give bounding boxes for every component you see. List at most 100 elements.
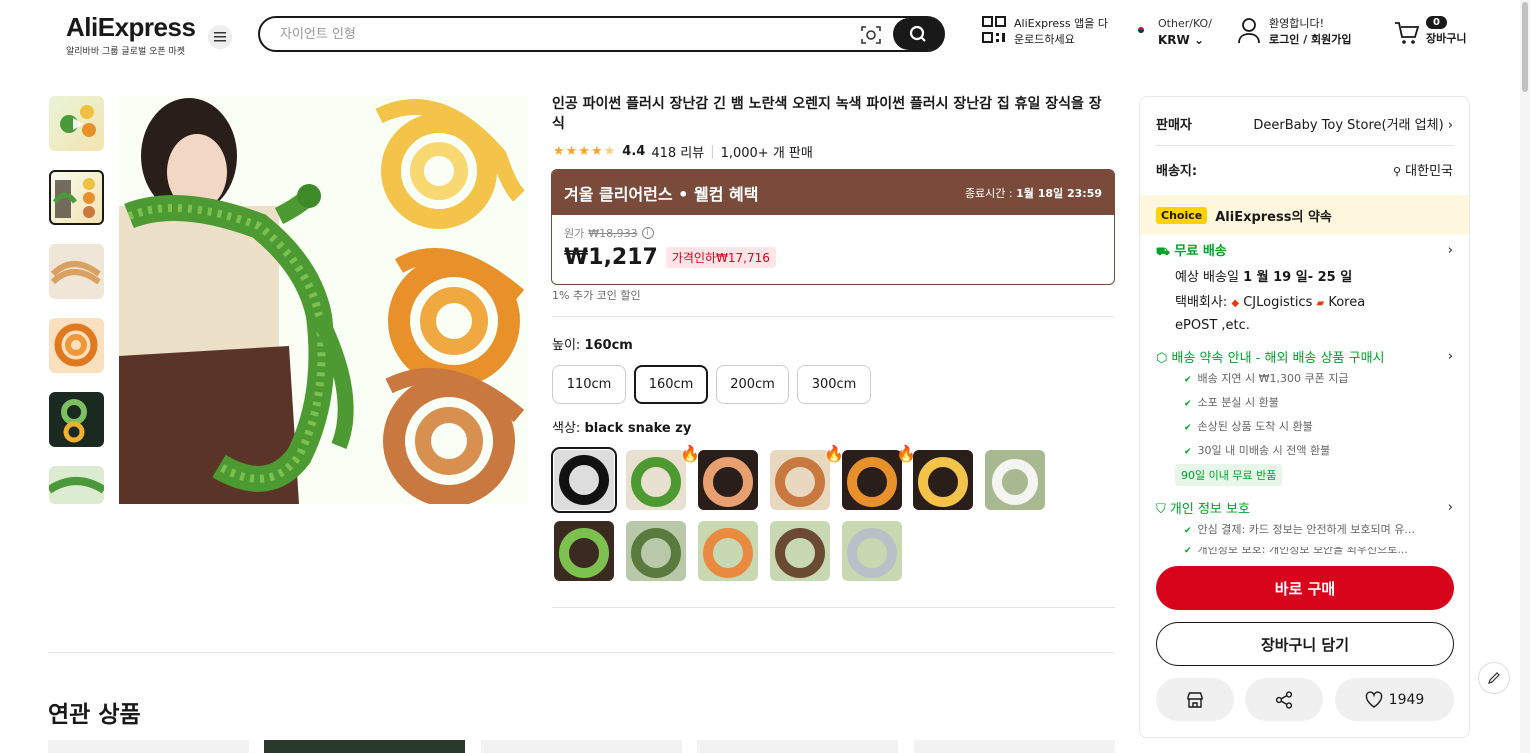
delivery-guarantee-row[interactable]: ⬡ 배송 약속 안내 - 해외 배송 상품 구매시 › — [1156, 346, 1453, 366]
color-swatch-white[interactable] — [985, 450, 1045, 510]
height-label-row: 높이: 160cm — [552, 334, 633, 353]
size-option-110[interactable]: 110cm — [552, 365, 626, 404]
app-download[interactable]: AliExpress 앱을 다 운로드하세요 — [982, 16, 1108, 48]
free-return-tag: 90일 이내 무료 반품 — [1175, 464, 1283, 486]
truck-icon: ⛟ — [1156, 245, 1170, 258]
related-product-card[interactable] — [264, 740, 465, 753]
region-selector[interactable]: Other/KO/KRW ⌄ — [1132, 16, 1212, 48]
color-label: 색상: — [552, 421, 585, 436]
location-pin-icon: ⚲ — [1392, 164, 1402, 178]
related-product-card[interactable] — [914, 740, 1115, 753]
related-product-card[interactable] — [48, 740, 249, 753]
gallery-thumb[interactable] — [49, 244, 104, 299]
sold-count: 1,000+ 개 판매 — [720, 146, 813, 161]
cart-button[interactable]: 0 장바구니 — [1394, 16, 1474, 50]
color-swatch-black[interactable] — [551, 447, 617, 513]
buy-now-button[interactable]: 바로 구매 — [1156, 566, 1454, 610]
free-shipping-row[interactable]: ⛟ 무료 배송 › — [1156, 240, 1453, 260]
account-welcome: 환영합니다! — [1269, 17, 1325, 30]
shield-icon: ⛉ — [1156, 501, 1166, 517]
rating-value: 4.4 — [622, 144, 646, 159]
color-swatch-orange-pattern[interactable] — [698, 521, 758, 581]
cart-label: 장바구니 — [1426, 32, 1467, 45]
guarantee-label: 배송 약속 안내 - 해외 배송 상품 구매시 — [1171, 350, 1385, 366]
eta-row: 예상 배송일 1 월 19 일- 25 일 — [1175, 266, 1352, 285]
search-input[interactable] — [280, 24, 840, 44]
gallery-thumb[interactable] — [49, 96, 104, 151]
korea-flag-icon — [1132, 24, 1150, 36]
gallery-thumb[interactable] — [49, 466, 104, 504]
color-swatch-yellow[interactable] — [913, 450, 973, 510]
size-option-200[interactable]: 200cm — [716, 365, 789, 404]
box-icon: ⬡ — [1156, 350, 1168, 366]
hot-fire-icon: 🔥 — [680, 444, 700, 463]
chevron-right-icon: › — [1447, 348, 1453, 364]
gallery-thumb[interactable] — [49, 318, 104, 373]
choice-text: AliExpress의 약속 — [1215, 209, 1332, 225]
eta-prefix: 예상 배송일 — [1175, 270, 1244, 285]
info-icon[interactable]: i — [641, 227, 654, 239]
size-option-300[interactable]: 300cm — [797, 365, 871, 404]
wishlist-count: 1949 — [1388, 691, 1425, 708]
search-button[interactable] — [893, 18, 944, 50]
cj-logo-icon: ◆ — [1231, 298, 1240, 309]
rating-row: ★★★★★ 4.4 418 리뷰 | 1,000+ 개 판매 — [553, 142, 813, 161]
logo-subtitle: 알리바바 그룹 글로벌 오픈 마켓 — [66, 47, 186, 57]
color-swatch-dark-brown[interactable] — [770, 521, 830, 581]
guarantee-item: 30일 내 미배송 시 전액 환불 — [1184, 444, 1331, 459]
color-swatch-orange[interactable] — [842, 450, 902, 510]
store-icon — [1187, 691, 1203, 708]
aliexpress-logo[interactable]: AliExpress 알리바바 그룹 글로벌 오픈 마켓 — [66, 12, 196, 57]
chevron-right-icon: › — [1447, 117, 1453, 133]
main-product-image[interactable] — [119, 96, 528, 504]
ship-to-label: 배송지: — [1156, 163, 1198, 179]
share-icon — [1275, 690, 1293, 709]
ship-to-row[interactable]: 배송지: ⚲ 대한민국 — [1156, 159, 1453, 179]
image-search-icon[interactable] — [858, 22, 884, 48]
choice-badge: Choice — [1156, 206, 1208, 224]
color-swatch-green[interactable] — [626, 450, 686, 510]
size-option-160[interactable]: 160cm — [634, 365, 708, 404]
courier2: Korea — [1328, 295, 1366, 310]
color-swatch-green-pattern[interactable] — [626, 521, 686, 581]
original-price-label: 원가 — [564, 227, 585, 240]
privacy-label: 개인 정보 보호 — [1169, 501, 1250, 517]
related-products-title: 연관 상품 — [48, 702, 141, 728]
cart-icon — [1395, 22, 1420, 44]
related-product-card[interactable] — [697, 740, 898, 753]
divider — [48, 652, 1115, 653]
logo-text: AliExpress — [66, 12, 196, 42]
wishlist-button[interactable]: 1949 — [1335, 678, 1454, 721]
search-bar — [258, 16, 945, 52]
share-button[interactable] — [1245, 678, 1323, 721]
gallery-thumb[interactable] — [49, 392, 104, 447]
related-product-card[interactable] — [481, 740, 682, 753]
seller-label: 판매자 — [1156, 117, 1192, 133]
account-menu[interactable]: 환영합니다! 로그인 / 회원가입 — [1237, 16, 1352, 48]
scrollbar-thumb[interactable] — [1522, 2, 1528, 92]
color-swatch-grey[interactable] — [842, 521, 902, 581]
edit-pen-icon[interactable] — [1478, 662, 1510, 694]
purchase-panel: 판매자 DeerBaby Toy Store(거래 업체) › 배송지: ⚲ 대… — [1139, 96, 1470, 738]
menu-icon[interactable] — [208, 25, 232, 49]
review-count[interactable]: 418 리뷰 — [651, 142, 704, 161]
gallery-thumb-selected[interactable] — [49, 170, 104, 225]
account-login: 로그인 / 회원가입 — [1269, 33, 1352, 46]
divider — [552, 316, 1115, 317]
discount-badge: 가격인하₩17,716 — [665, 247, 776, 268]
color-swatch-lime[interactable] — [554, 521, 614, 581]
guarantee-item: 손상된 상품 도착 시 환불 — [1184, 420, 1313, 435]
qr-code-icon — [982, 16, 1006, 43]
add-to-cart-button[interactable]: 장바구니 담기 — [1156, 622, 1454, 666]
color-swatch-orange-light[interactable] — [698, 450, 758, 510]
scrollbar[interactable] — [1520, 0, 1530, 753]
store-button[interactable] — [1156, 678, 1234, 721]
seller-row[interactable]: 판매자 DeerBaby Toy Store(거래 업체) › — [1156, 113, 1453, 133]
epost-logo-icon: ▰ — [1316, 298, 1325, 309]
promo-box: 겨울 클리어런스 • 웰컴 혜택 종료시간 : 1월 18일 23:59 원가 … — [551, 169, 1115, 285]
color-swatch-brown[interactable] — [770, 450, 830, 510]
privacy-row[interactable]: ⛉ 개인 정보 보호 › — [1156, 497, 1453, 517]
courier3: ePOST ,etc. — [1175, 318, 1250, 333]
chevron-right-icon: › — [1447, 242, 1453, 258]
search-icon — [909, 25, 926, 42]
